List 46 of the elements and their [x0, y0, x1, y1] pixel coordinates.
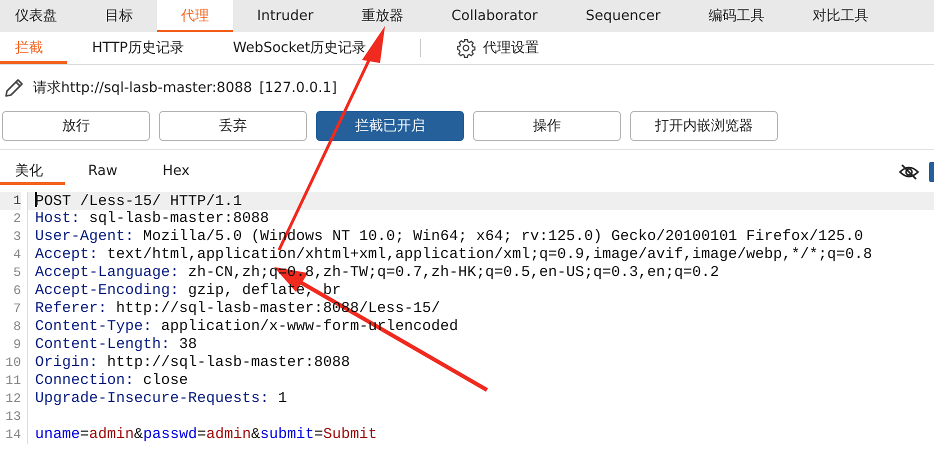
hidden-eye-icon[interactable] — [899, 164, 919, 180]
settings-button[interactable]: 代理设置 — [441, 32, 564, 64]
editor-tab[interactable]: Hex — [147, 158, 212, 185]
code-line: Upgrade-Insecure-Requests: 1 — [34, 390, 288, 408]
action-button[interactable]: 打开内嵌浏览器 — [630, 111, 778, 141]
sub-tab[interactable]: WebSocket历史记录 — [218, 32, 390, 64]
panel-toggle[interactable] — [929, 162, 934, 182]
line-number: 13 — [4, 408, 21, 426]
main-tab[interactable]: 仪表盘 — [0, 0, 81, 32]
main-tab[interactable]: Collaborator — [427, 0, 562, 32]
main-tab[interactable]: 对比工具 — [788, 0, 892, 32]
main-tab[interactable]: Intruder — [233, 0, 338, 32]
line-number: 6 — [12, 282, 21, 300]
action-button[interactable]: 放行 — [2, 111, 150, 141]
request-ip: [127.0.0.1] — [259, 78, 337, 98]
line-number: 8 — [12, 318, 21, 336]
line-number: 3 — [12, 228, 21, 246]
main-tab[interactable]: 目标 — [81, 0, 157, 32]
request-url: 请求http://sql-lasb-master:8088 — [33, 78, 252, 98]
line-number: 9 — [12, 336, 21, 354]
editor-tab[interactable]: 美化 — [0, 158, 65, 185]
code-line: Origin: http://sql-lasb-master:8088 — [34, 354, 352, 372]
action-button[interactable]: 丢弃 — [159, 111, 307, 141]
code-line: Host: sql-lasb-master:8088 — [34, 210, 270, 228]
line-number: 1 — [0, 192, 21, 210]
main-tab[interactable]: Sequencer — [562, 0, 684, 32]
code-line: uname=admin&passwd=admin&submit=Submit — [34, 426, 378, 444]
code-line: Connection: close — [34, 372, 190, 390]
main-tab[interactable]: 重放器 — [337, 0, 428, 32]
sub-tab[interactable]: HTTP历史记录 — [77, 32, 208, 64]
line-number: 2 — [12, 210, 21, 228]
line-number: 12 — [4, 390, 21, 408]
line-number: 10 — [4, 354, 21, 372]
line-number: 11 — [4, 372, 21, 390]
line-number: 14 — [4, 426, 21, 444]
line-number: 5 — [12, 264, 21, 282]
action-button[interactable]: 拦截已开启 — [316, 111, 464, 141]
line-number: 4 — [12, 246, 21, 264]
main-tab[interactable]: 编码工具 — [684, 0, 788, 32]
line-number: 7 — [12, 300, 21, 318]
action-button[interactable]: 操作 — [473, 111, 621, 141]
settings-icon — [456, 38, 476, 58]
code-line: Accept-Encoding: gzip, deflate, br — [34, 282, 342, 300]
code-line: Content-Length: 38 — [34, 336, 198, 354]
code-line: Accept: text/html,application/xhtml+xml,application/xml;q=0.9,image/avif,image/webp,*/*;q=0.8 — [34, 246, 874, 264]
editor-tab[interactable]: Raw — [73, 158, 140, 185]
